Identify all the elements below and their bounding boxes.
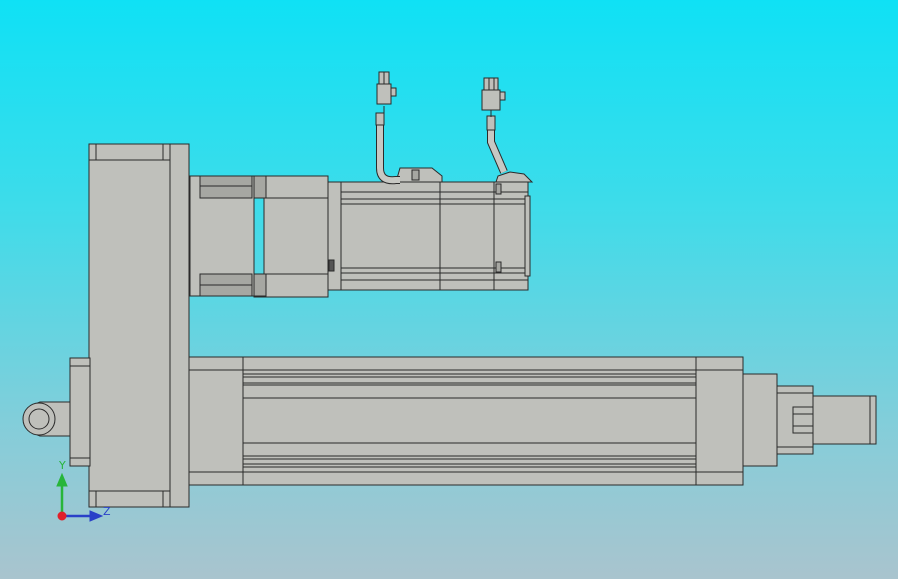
- motor-body: [340, 181, 529, 291]
- cad-viewport[interactable]: Y Z: [0, 0, 898, 579]
- actuator-model[interactable]: [0, 0, 898, 579]
- tube-end-cap-front: [695, 356, 744, 486]
- axis-y-label: Y: [59, 459, 66, 472]
- encoder-connector: [376, 71, 397, 105]
- axis-z-label: Z: [103, 505, 111, 518]
- cable-gland-right: [495, 171, 534, 183]
- motor-assembly[interactable]: [189, 71, 534, 298]
- x-axis-dot: [57, 511, 67, 521]
- actuator-tube[interactable]: [188, 356, 877, 486]
- piston-rod: [812, 395, 877, 445]
- power-connector: [481, 77, 506, 111]
- gear-housing[interactable]: [88, 143, 190, 508]
- tube-end-cap-rear: [188, 356, 244, 486]
- rear-clevis[interactable]: [22, 357, 91, 467]
